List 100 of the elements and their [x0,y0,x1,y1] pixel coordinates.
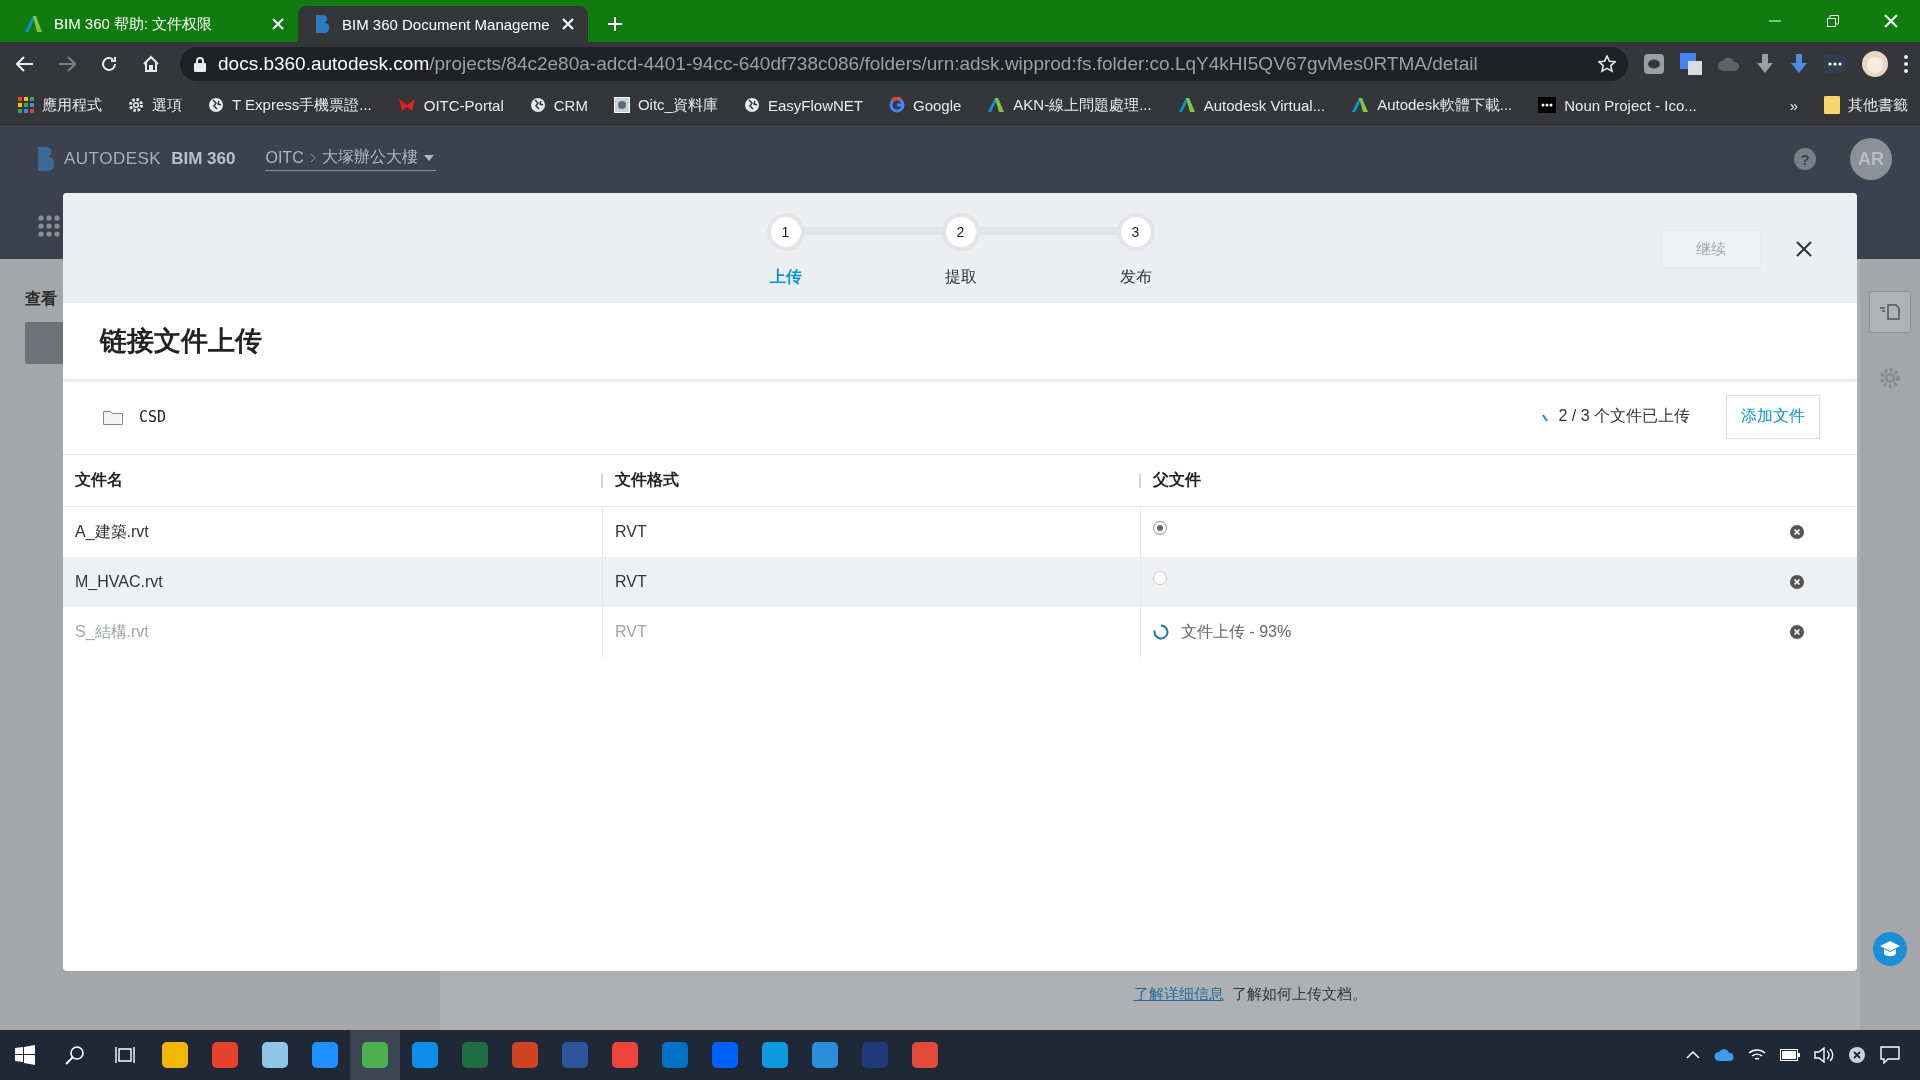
bookmark-link[interactable]: AKN-線上問題處理... [987,95,1152,115]
close-circle-icon[interactable] [1848,1046,1866,1064]
dots-logo-icon [1538,97,1557,113]
gear-icon [128,97,144,113]
globe-icon [743,97,760,113]
remove-icon [1789,524,1805,540]
dots-extension-icon[interactable] [1824,55,1846,73]
dialog-title: 链接文件上传 [100,325,262,358]
triangle-logo-icon [1177,97,1196,113]
apps-grid-icon [18,97,34,113]
bookmark-link[interactable]: CRM [529,96,588,114]
bim-logo-icon [314,14,330,34]
breadcrumb-link[interactable]: OITC [265,148,304,167]
database-icon [613,97,630,113]
notification-icon[interactable] [1880,1046,1900,1064]
volume-icon[interactable] [1814,1047,1834,1063]
spinner-icon [1542,413,1549,422]
step-number: 1 [766,213,805,251]
document-icon [1879,303,1901,321]
bookmark-link[interactable]: 應用程式 [18,95,102,115]
remove-button[interactable] [1789,624,1805,640]
home-icon [142,55,160,73]
more-bookmarks-button[interactable]: » [1789,96,1798,114]
close-icon [272,18,284,30]
app-icon [911,1041,939,1069]
more-menu-icon[interactable] [1904,55,1908,73]
star-icon[interactable] [1598,55,1616,73]
app-icon [711,1041,739,1069]
step-number: 2 [941,213,980,251]
lock-icon [194,56,206,72]
bird-icon [397,97,416,113]
reload-icon [100,55,118,73]
profile-avatar-icon[interactable] [1862,51,1888,77]
app-icon [761,1041,789,1069]
folder-name: CSD [139,407,167,426]
bookmark-link[interactable]: 選項 [128,95,182,115]
folder-icon [103,408,123,425]
app-icon [811,1041,839,1069]
bookmark-link[interactable]: EasyFlowNET [743,96,863,114]
app-icon [411,1041,439,1069]
restore-icon [1827,15,1839,27]
app-icon [461,1041,489,1069]
browser-tab[interactable]: BIM 360 Document Manageme [298,6,588,42]
task-view-icon [115,1045,135,1065]
upload-status: 2 / 3 个文件已上传 [1558,406,1690,426]
taskbar-app[interactable] [350,1030,400,1080]
download-arrow-icon[interactable] [1790,54,1808,74]
back-arrow-icon [16,56,34,72]
bookmark-link[interactable]: OITC-Portal [397,96,504,114]
translate-extension-icon[interactable] [1680,53,1702,75]
step-label[interactable]: 发布 [1119,267,1152,288]
remove-icon [1789,624,1805,640]
bookmark-link[interactable]: Noun Project - Ico... [1538,96,1697,114]
app-icon [611,1041,639,1069]
app-icon [561,1041,589,1069]
browser-tab[interactable]: BIM 360 帮助: 文件权限 [8,6,298,42]
chevron-right-icon [309,152,316,163]
graduation-cap-icon[interactable] [1873,932,1907,966]
windows-icon [15,1045,35,1065]
app-icon [511,1041,539,1069]
download-arrow-icon[interactable] [1756,54,1774,74]
status-text: 文件上传 - 93% [1181,621,1292,642]
cloud-icon[interactable] [1714,1049,1734,1061]
remove-icon [1789,574,1805,590]
chevron-up-icon[interactable] [1686,1051,1700,1059]
section-label: 查看 [25,289,58,309]
bookmark-link[interactable]: Autodesk Virtual... [1177,96,1326,114]
bookmark-link[interactable]: Google [889,96,962,114]
battery-icon[interactable] [1780,1049,1800,1061]
bookmark-link[interactable]: T Express手機票證... [208,95,372,115]
parent-radio[interactable] [1153,521,1167,535]
parent-radio[interactable] [1153,571,1167,585]
triangle-logo-icon [24,15,42,33]
breadcrumb-link[interactable]: 大塚辦公大樓 [321,147,418,168]
caret-down-icon[interactable] [423,154,434,161]
brand-name: AUTODESK [64,149,162,169]
bookmark-link[interactable]: Autodesk軟體下載... [1351,95,1513,115]
app-icon [361,1041,389,1069]
folder-icon [1824,96,1840,114]
table-cell: M_HVAC.rvt [63,557,603,607]
chat-extension-icon[interactable] [1644,54,1664,74]
step-label[interactable]: 提取 [944,267,977,288]
bookmark-link[interactable]: Oitc_資料庫 [613,95,718,115]
wifi-icon[interactable] [1748,1047,1766,1063]
app-grid-icon[interactable] [38,215,60,237]
app-icon [161,1041,189,1069]
bookmark-folder[interactable]: 其他書籤 [1824,95,1908,115]
remove-button[interactable] [1789,574,1805,590]
close-icon [1884,14,1898,28]
google-icon [889,97,905,113]
panel-toggle-button[interactable] [1869,291,1911,333]
app-icon [861,1041,889,1069]
app-icon [261,1041,289,1069]
remove-button[interactable] [1789,524,1805,540]
globe-icon [529,97,546,113]
address-bar[interactable]: docs.b360.autodesk.com/projects/84c2e80a-adcd-4401-94cc-640df738c086/folders/urn:adsk.wipprod:fs.folder:co.LqY4kHI5QV67gvMes0RTMA/detail [180,47,1628,81]
app-icon [661,1041,689,1069]
close-icon [562,18,574,30]
app-icon [311,1041,339,1069]
table-cell: RVT [603,557,1141,607]
